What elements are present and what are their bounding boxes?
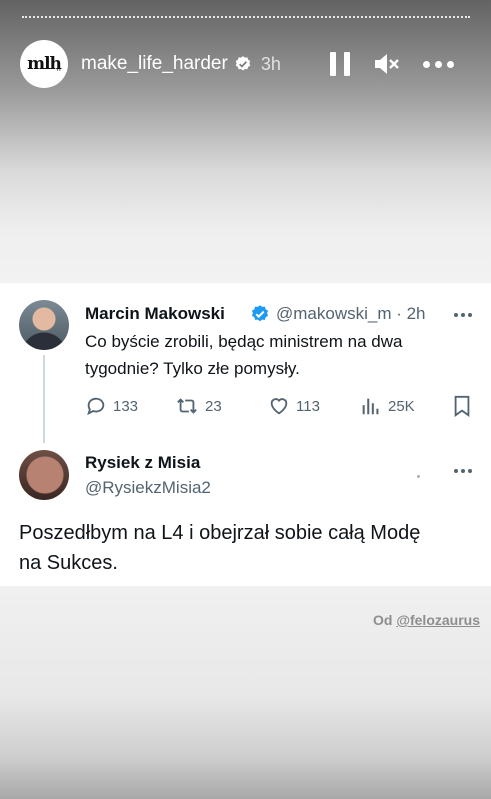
author-avatar[interactable]	[19, 300, 69, 350]
thread-line	[43, 355, 45, 443]
views-count: 25K	[388, 397, 415, 415]
reply-button[interactable]: 133	[85, 395, 138, 417]
tweet-more-icon[interactable]	[454, 313, 472, 317]
retweet-count: 23	[205, 397, 222, 415]
tweet-author-name[interactable]: Marcin Makowski	[85, 304, 225, 324]
avatar-detail: ∙∙	[56, 67, 61, 74]
story-progress-bar	[22, 16, 470, 19]
reply-author-name[interactable]: Rysiek z Misia	[85, 453, 200, 473]
retweet-button[interactable]: 23	[175, 395, 222, 417]
story-username[interactable]: make_life_harder	[81, 53, 228, 75]
reply-text-line1: Poszedłbym na L4 i obejrzał sobie całą M…	[19, 522, 421, 544]
tweet-actions: 133 23 113 25K	[85, 395, 475, 421]
reply-icon	[87, 397, 105, 416]
reply-count: 133	[113, 397, 139, 415]
story-header: mlh ∙∙ make_life_harder 3h	[20, 40, 471, 88]
like-count: 113	[296, 397, 320, 415]
reply-handle: @RysiekzMisia2	[85, 478, 211, 497]
mute-icon[interactable]	[374, 52, 400, 76]
views-icon	[362, 398, 379, 415]
pause-icon	[330, 52, 336, 76]
pause-button[interactable]	[330, 52, 350, 76]
credit-handle-link[interactable]: @felozaurus	[396, 612, 480, 628]
story-credit: Od @felozaurus	[373, 612, 480, 628]
reply-text-line2: na Sukces.	[19, 552, 118, 574]
like-button[interactable]: 113	[268, 395, 320, 417]
tweet-screenshot-card: Marcin Makowski @makowski_m · 2h Co byśc…	[0, 283, 491, 586]
reply-more-icon[interactable]	[454, 469, 472, 473]
verified-icon	[235, 56, 251, 71]
story-avatar[interactable]: mlh ∙∙	[20, 40, 68, 88]
story-time: 3h	[260, 53, 281, 74]
verified-icon	[251, 305, 269, 322]
credit-prefix: Od	[372, 612, 393, 628]
bookmark-icon[interactable]	[452, 395, 472, 417]
like-icon	[270, 398, 288, 415]
tweet-text-line2: tygodnie? Tylko złe pomysły.	[85, 359, 300, 378]
reply-author-avatar[interactable]	[19, 450, 69, 500]
retweet-icon	[177, 398, 197, 414]
tweet-handle-time: @makowski_m · 2h	[276, 304, 426, 323]
tweet-text-line1: Co byście zrobili, będąc ministrem na dw…	[85, 332, 403, 351]
more-options-button[interactable]	[423, 61, 454, 68]
views-button[interactable]: 25K	[360, 395, 415, 417]
